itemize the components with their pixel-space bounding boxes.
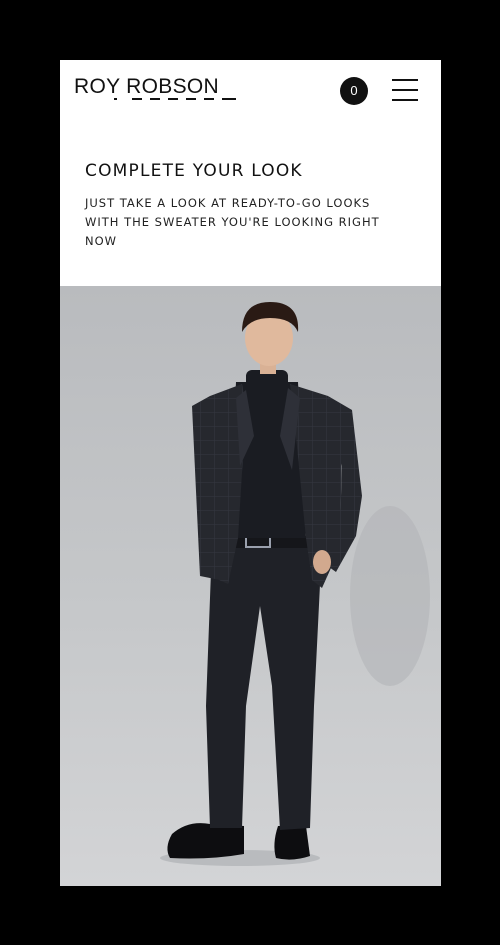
brand-logo[interactable]: ROY ROBSON <box>74 76 219 98</box>
mobile-screen: ROY ROBSON 0 COMPLETE YOUR LOOK JUST TAK… <box>60 60 441 886</box>
site-header: ROY ROBSON 0 <box>60 60 441 120</box>
section-subtitle: JUST TAKE A LOOK AT READY-TO-GO LOOKS WI… <box>85 196 380 248</box>
model-illustration <box>160 302 430 866</box>
logo-dash-underline <box>114 98 236 100</box>
brand-logo-text: ROY ROBSON <box>74 75 219 98</box>
menu-button[interactable] <box>392 79 418 101</box>
cart-count-button[interactable]: 0 <box>340 77 368 105</box>
look-photo[interactable] <box>60 286 441 886</box>
section-title: COMPLETE YOUR LOOK <box>85 161 303 181</box>
cart-count: 0 <box>350 83 358 98</box>
